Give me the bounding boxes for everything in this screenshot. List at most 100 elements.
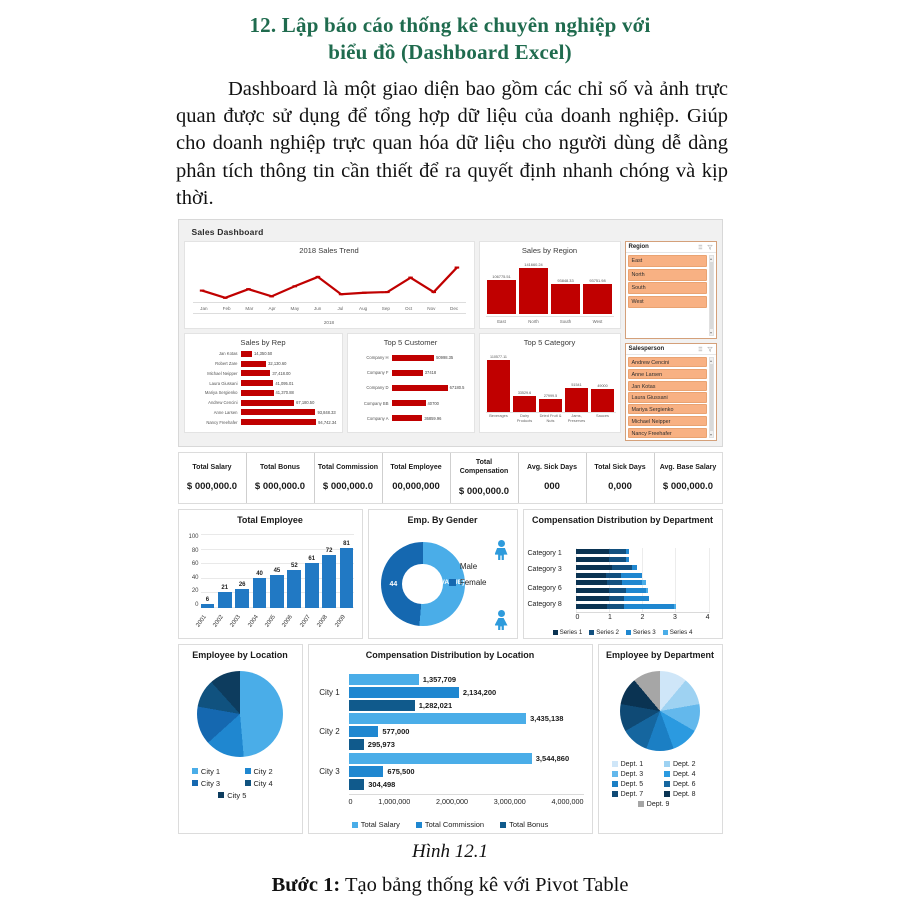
bar-track: 36859.96 — [391, 415, 470, 422]
clear-filter-icon[interactable] — [706, 346, 713, 352]
bar — [217, 592, 232, 608]
legend-label: Total Salary — [360, 820, 400, 829]
kpi-card: Total Salary $ 000,000.0 — [179, 453, 247, 503]
chart-employee-by-location[interactable]: Employee by Location City 1 City 2 City 3C… — [177, 644, 303, 834]
data-point — [291, 285, 297, 288]
chart-emp-by-gender-title: Emp. By Gender — [407, 515, 478, 525]
female-figure-icon — [494, 610, 509, 630]
chart-total-employee[interactable]: Total Employee 100 80 60 40 20 0 6 21 26 40 45 52 6… — [177, 509, 363, 639]
legend-label: City 3 — [200, 778, 221, 788]
bar-segment — [607, 603, 625, 609]
chart-comp-by-location[interactable]: Compensation Distribution by Location Ci… — [307, 644, 593, 834]
chart-emp-by-gender[interactable]: Emp. By Gender 44 VALUE]% Male Female — [367, 509, 518, 639]
bar-track: 93,848.33 — [240, 409, 338, 416]
legend-label: Series 3 — [633, 629, 656, 636]
slicer-item[interactable]: Mariya Sergienko — [627, 404, 707, 415]
legend-item[interactable]: Dept. 7 — [611, 790, 656, 798]
bar-value-label: 49000 — [597, 384, 608, 389]
chart-total-employee-xaxis: 2001 2002 2003 2004 2005 2006 2007 2008 2009 — [195, 608, 354, 636]
legend-item[interactable]: Series 4 — [662, 629, 692, 636]
legend-swatch — [637, 801, 644, 808]
legend-item[interactable]: Dept. 5 — [611, 781, 656, 788]
legend-item[interactable]: Total Bonus — [500, 820, 548, 829]
chart-sales-by-region-title: Sales by Region — [521, 246, 578, 255]
legend-item[interactable]: Dept. 4 — [664, 771, 708, 778]
legend-item[interactable]: Dept. 8 — [664, 791, 708, 798]
bar-row: Company BB 40700 — [352, 399, 470, 407]
legend-item[interactable]: Dept. 1 — [611, 761, 656, 768]
kpi-card: Total Bonus $ 000,000.0 — [247, 453, 315, 503]
scroll-up-icon[interactable]: ▴ — [710, 256, 712, 261]
slicer-item[interactable]: Laura Giussani — [627, 392, 707, 403]
bar-group: 27999.5 — [539, 352, 562, 412]
legend-item-female[interactable]: Female — [448, 578, 487, 587]
legend-item[interactable]: Dept. 9 — [637, 801, 682, 808]
x-tick: 2,000,000 — [436, 797, 468, 806]
scroll-thumb[interactable] — [709, 364, 713, 431]
legend-item[interactable]: City 2 — [244, 767, 289, 776]
legend-swatch — [500, 821, 507, 828]
clear-filter-icon[interactable] — [706, 244, 713, 250]
y-tick: 20 — [191, 588, 199, 595]
chart-sales-trend[interactable]: 2018 Sales Trend Jan Feb Mar Apr May Jun… — [183, 241, 475, 329]
legend-swatch — [664, 761, 670, 768]
data-point — [222, 296, 228, 299]
scroll-down-icon[interactable]: ▾ — [710, 432, 712, 437]
bar-segment — [575, 580, 608, 586]
bar-value-label: 1,357,709 — [422, 675, 457, 685]
legend-item[interactable]: Total Salary — [351, 820, 400, 829]
slicer-item[interactable]: North — [627, 268, 707, 281]
chart-top5-customer[interactable]: Top 5 Customer Company H 50998.35 Company … — [346, 333, 475, 433]
kpi-value: $ 000,000.0 — [186, 481, 238, 493]
chart-sales-by-rep[interactable]: Sales by Rep Jan Kotas 14,350.50 Robert Za… — [183, 333, 343, 433]
slicer-item[interactable]: Andrew Cencini — [627, 357, 707, 368]
legend-swatch — [415, 821, 422, 828]
x-tick: May — [290, 306, 300, 311]
bar — [513, 396, 536, 412]
chart-top5-category[interactable]: Top 5 Category 110577.11 33529.6 27999.5 51… — [478, 333, 621, 433]
slicer-region[interactable]: Region East North South West ▴ ▾ — [624, 241, 717, 339]
bar — [348, 713, 527, 725]
bar-value-label: 26 — [238, 581, 246, 588]
legend-item[interactable]: Dept. 2 — [664, 761, 708, 768]
scroll-up-icon[interactable]: ▴ — [710, 358, 712, 363]
legend-item[interactable]: City 3 — [191, 778, 236, 788]
bar-value-label: 37,418.00 — [272, 370, 291, 376]
slicer-item[interactable]: South — [627, 282, 707, 295]
legend-item[interactable]: Dept. 6 — [664, 781, 708, 788]
chart-sales-by-region[interactable]: Sales by Region 106775.51 141660.24 93848.… — [478, 241, 621, 329]
multi-select-icon[interactable] — [698, 244, 704, 250]
legend-item[interactable]: Series 1 — [552, 629, 582, 636]
legend-item[interactable]: City 5 — [218, 791, 262, 800]
slicer-item[interactable]: Michael Neipper — [627, 415, 707, 427]
slicer-item[interactable]: Jan Kotas — [627, 380, 707, 391]
bar-segment — [642, 580, 646, 586]
legend-item-male[interactable]: Male — [448, 562, 487, 571]
slicer-item[interactable]: Anne Larsen — [627, 368, 707, 380]
slicer-item[interactable]: West — [627, 295, 707, 308]
chart-employee-by-department-title: Employee by Department — [605, 650, 715, 660]
legend-item[interactable]: Series 3 — [626, 629, 656, 636]
legend-item[interactable]: Dept. 3 — [611, 771, 656, 778]
legend-item[interactable]: City 4 — [244, 779, 289, 788]
legend-item[interactable]: Series 2 — [589, 629, 619, 636]
legend-label: Dept. 7 — [620, 790, 644, 798]
slicer-salesperson[interactable]: Salesperson Andrew Cencini Anne Larsen Jan… — [624, 343, 717, 441]
bar — [551, 283, 580, 314]
legend-swatch — [448, 563, 456, 570]
slicer-region-scrollbar[interactable]: ▴ ▾ — [708, 255, 714, 336]
bar-segment — [609, 595, 625, 601]
slicer-item[interactable]: Nancy Freehafer — [627, 427, 707, 438]
slicer-item[interactable]: East — [627, 255, 707, 268]
bar-track: 32,130.60 — [240, 360, 338, 367]
chart-comp-by-department[interactable]: Compensation Distribution by Department … — [522, 509, 723, 639]
scroll-down-icon[interactable]: ▾ — [710, 330, 712, 335]
slicer-salesperson-scrollbar[interactable]: ▴ ▾ — [708, 357, 714, 438]
legend-item[interactable]: City 1 — [191, 767, 236, 776]
chart-employee-by-department[interactable]: Employee by Department Dept. 1 Dept. 2 Dep… — [597, 644, 723, 834]
x-tick: West — [592, 319, 603, 324]
bar-group: 106775.51 — [487, 262, 516, 314]
scroll-thumb[interactable] — [709, 262, 713, 329]
multi-select-icon[interactable] — [698, 346, 704, 352]
legend-item[interactable]: Total Commission — [415, 820, 484, 829]
